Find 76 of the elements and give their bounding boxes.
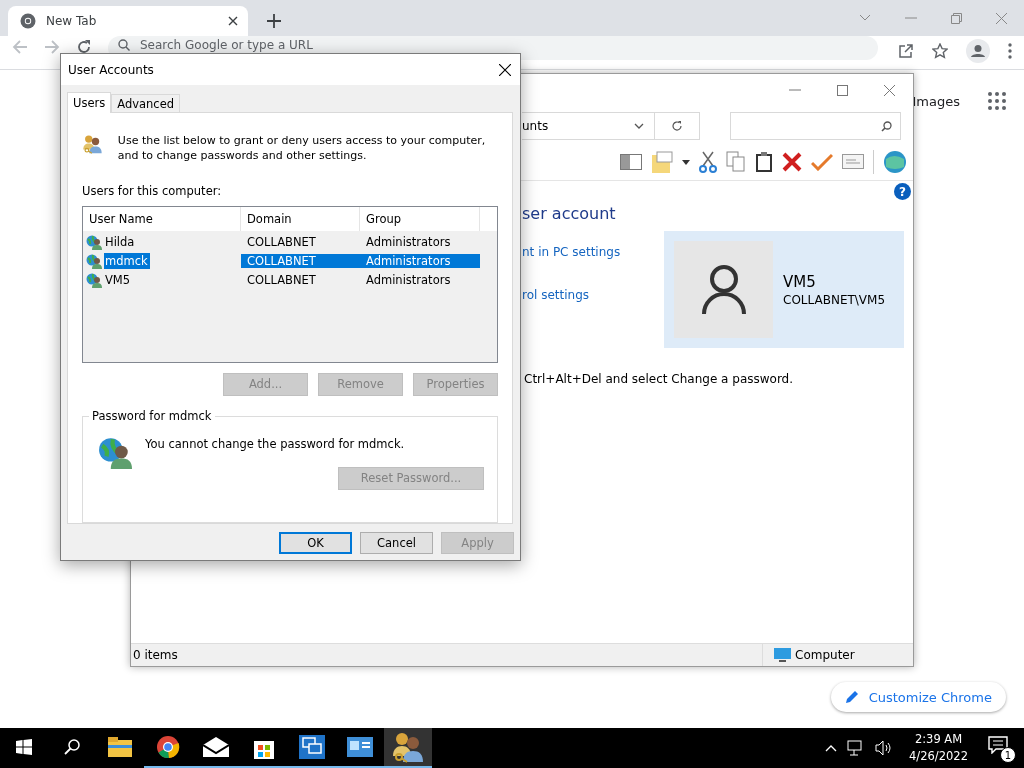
- user-name-cell[interactable]: mdmck: [104, 252, 150, 269]
- tab[interactable]: Users: [67, 92, 112, 113]
- delete-x-icon[interactable]: [782, 152, 802, 172]
- dialog-button[interactable]: OK: [279, 532, 352, 554]
- browser-tab[interactable]: New Tab: [8, 6, 248, 36]
- list-label: Users for this computer:: [82, 184, 223, 198]
- clipboard-icon[interactable]: [755, 151, 773, 173]
- table-cell: Administrators: [360, 253, 480, 268]
- scissors-icon[interactable]: [699, 151, 717, 173]
- table-cell-text: COLLABNET: [246, 234, 317, 249]
- checkmark-icon[interactable]: [811, 153, 833, 171]
- user-icon: [86, 252, 102, 269]
- refresh-icon[interactable]: [671, 120, 683, 132]
- close-icon[interactable]: [499, 63, 511, 76]
- clock[interactable]: 2:39 AM 4/26/2022: [909, 731, 968, 765]
- window-title: User Accounts: [68, 62, 155, 77]
- dialog-button[interactable]: Cancel: [360, 532, 433, 554]
- taskbar-app-people-icon[interactable]: [384, 728, 432, 768]
- user-icon: [86, 271, 102, 288]
- windows-logo-icon: [16, 739, 32, 755]
- settings-link[interactable]: nt in PC settings: [522, 245, 664, 259]
- address-field[interactable]: unts: [522, 112, 655, 140]
- search-icon: [118, 39, 130, 51]
- menu-icon[interactable]: [1008, 43, 1012, 59]
- volume-icon[interactable]: [875, 740, 894, 756]
- dropdown-arrow-icon[interactable]: [682, 159, 690, 165]
- chrome-logo-icon: [20, 13, 36, 29]
- chevron-down-icon[interactable]: [634, 123, 644, 129]
- images-link[interactable]: Images: [912, 93, 960, 109]
- zone-label: Computer: [795, 648, 855, 662]
- globe-icon[interactable]: [883, 150, 907, 174]
- column-header[interactable]: Group: [360, 207, 480, 231]
- close-icon[interactable]: [228, 16, 238, 26]
- table-cell-text: Administrators: [365, 272, 452, 287]
- page-heading: ser account: [522, 204, 617, 223]
- maximize-icon[interactable]: [837, 84, 848, 96]
- notification-count: 1: [1000, 747, 1016, 763]
- user-name-cell[interactable]: Hilda: [104, 233, 137, 250]
- preview-pane-icon[interactable]: [620, 154, 642, 170]
- omnibox-input[interactable]: Search Google or type a URL: [140, 38, 540, 52]
- restore-icon[interactable]: [951, 12, 962, 24]
- person-icon: [700, 263, 747, 316]
- help-icon[interactable]: ?: [894, 183, 911, 200]
- monitor-icon: [774, 647, 791, 663]
- intro-text: Use the list below to grant or deny users access to your computer, and to change passwords and other settings.: [117, 133, 487, 163]
- column-header[interactable]: User Name: [83, 207, 241, 231]
- reload-icon[interactable]: [76, 39, 92, 55]
- table-cell-text: COLLABNET: [246, 272, 317, 287]
- search-field[interactable]: [730, 112, 901, 140]
- table-cell-text: Administrators: [365, 234, 452, 249]
- card-icon[interactable]: [842, 154, 864, 170]
- account-name: VM5: [783, 272, 817, 291]
- message-icon: [988, 736, 1008, 754]
- profile-avatar-icon[interactable]: [966, 39, 990, 63]
- settings-link[interactable]: rol settings: [522, 288, 664, 302]
- share-icon[interactable]: [898, 43, 914, 59]
- user-icon: [86, 233, 102, 250]
- item-count: 0 items: [132, 648, 179, 662]
- user-name-cell[interactable]: VM5: [104, 271, 133, 288]
- tab[interactable]: Advanced: [111, 94, 181, 112]
- password-note: Ctrl+Alt+Del and select Change a password.: [524, 372, 795, 386]
- time-label: 2:39 AM: [914, 731, 963, 748]
- apps-grid-icon[interactable]: [988, 92, 1006, 110]
- star-icon[interactable]: [932, 43, 948, 59]
- search-icon: [64, 739, 80, 755]
- password-message: You cannot change the password for mdmck.: [145, 436, 405, 453]
- column-header[interactable]: Domain: [241, 207, 360, 231]
- users-list[interactable]: User Name Domain Group Hilda COLLABNET Administrators mdmck COLLABNET Administrators VM5 COLLABNET Administrators: [82, 206, 498, 363]
- table-cell: COLLABNET: [241, 253, 360, 268]
- pencil-icon: [844, 690, 859, 704]
- date-label: 4/26/2022: [909, 748, 968, 765]
- customize-chrome-button[interactable]: Customize Chrome: [830, 682, 1006, 712]
- search-icon: [881, 120, 892, 132]
- group-title: Password for mdmck: [89, 408, 215, 423]
- chevron-up-icon[interactable]: [825, 744, 838, 752]
- account-domain: COLLABNET\VM5: [783, 292, 886, 307]
